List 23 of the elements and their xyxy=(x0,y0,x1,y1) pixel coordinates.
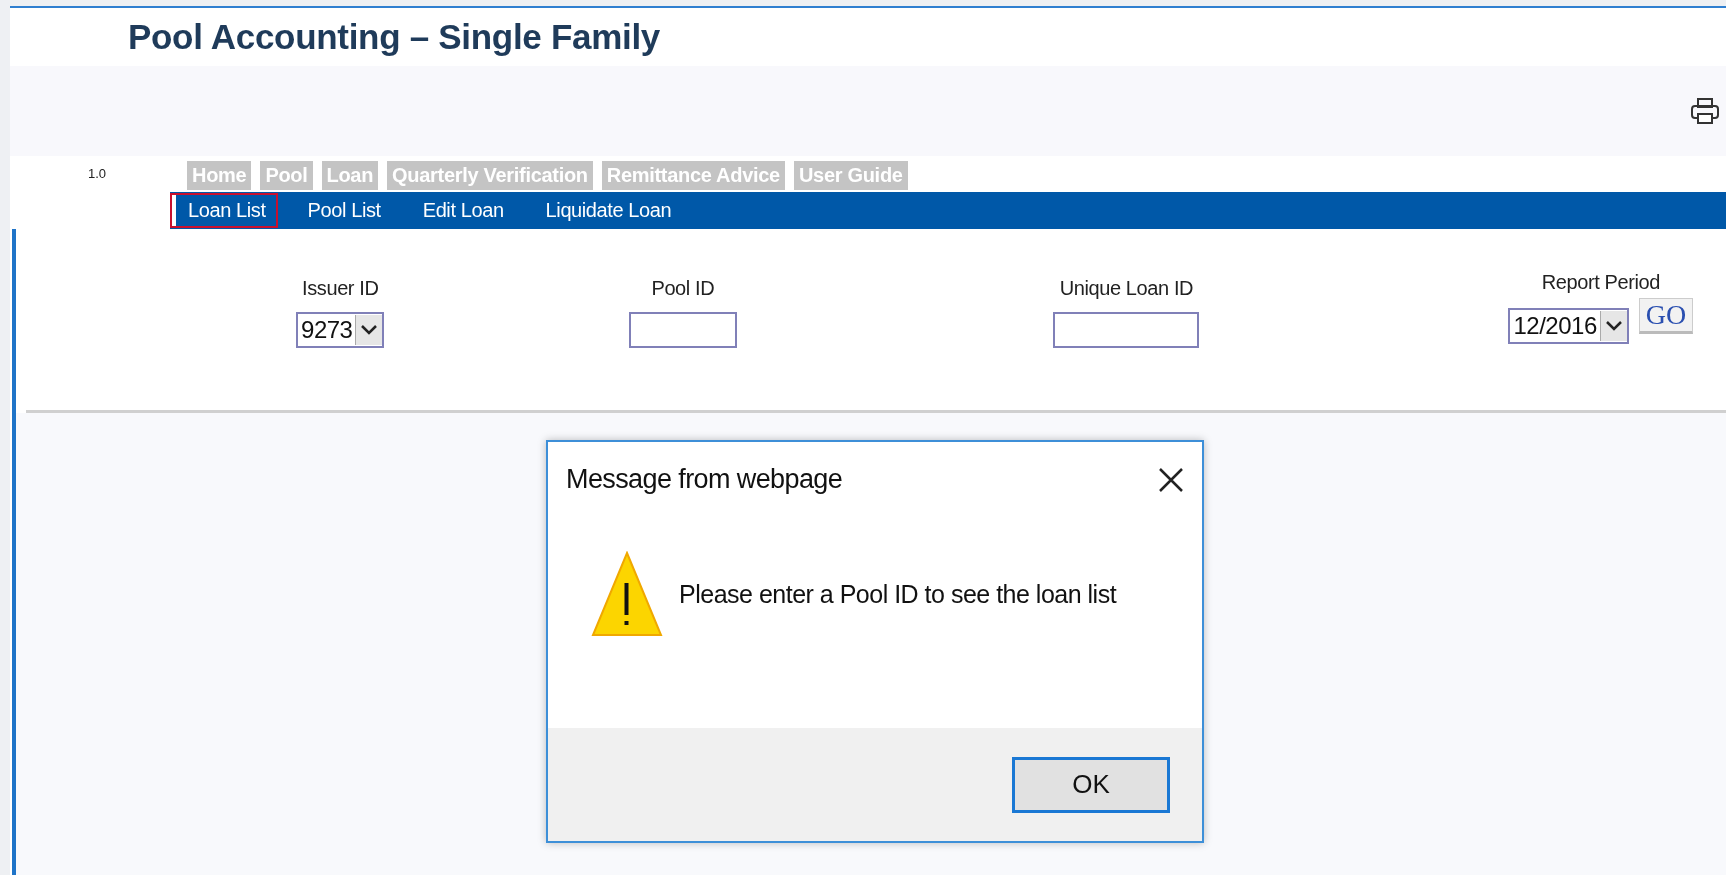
period-dropdown[interactable]: 12/2016 xyxy=(1508,308,1629,344)
issuer-dropdown[interactable]: 9273 xyxy=(296,312,385,348)
chevron-down-icon xyxy=(361,325,378,335)
chevron-down-icon xyxy=(1605,321,1622,331)
warning-icon xyxy=(591,551,663,637)
ok-button[interactable]: OK xyxy=(1012,756,1170,813)
subnav-link[interactable]: Liquidate Loan xyxy=(527,193,684,228)
version-label: 1.0 xyxy=(87,165,108,181)
input-field[interactable] xyxy=(1053,312,1200,348)
subnav-link[interactable]: Edit Loan xyxy=(404,193,516,228)
page-title: Pool Accounting – Single Family xyxy=(128,17,660,57)
close-icon[interactable] xyxy=(1158,466,1184,493)
subnav-link[interactable]: Pool List xyxy=(289,193,393,228)
subnav-link[interactable]: Loan List xyxy=(170,193,278,228)
dialog-message: Please enter a Pool ID to see the loan list xyxy=(679,579,1117,609)
field-label: Pool ID xyxy=(651,277,715,300)
field-label: Report Period xyxy=(1541,271,1660,294)
input-field[interactable] xyxy=(628,312,737,348)
go-button[interactable]: GO xyxy=(1638,298,1694,334)
field-label: Unique Loan ID xyxy=(1059,277,1194,300)
print-icon[interactable] xyxy=(1690,96,1720,126)
dialog-title: Message from webpage xyxy=(566,464,843,495)
field-label: Issuer ID xyxy=(302,277,379,300)
